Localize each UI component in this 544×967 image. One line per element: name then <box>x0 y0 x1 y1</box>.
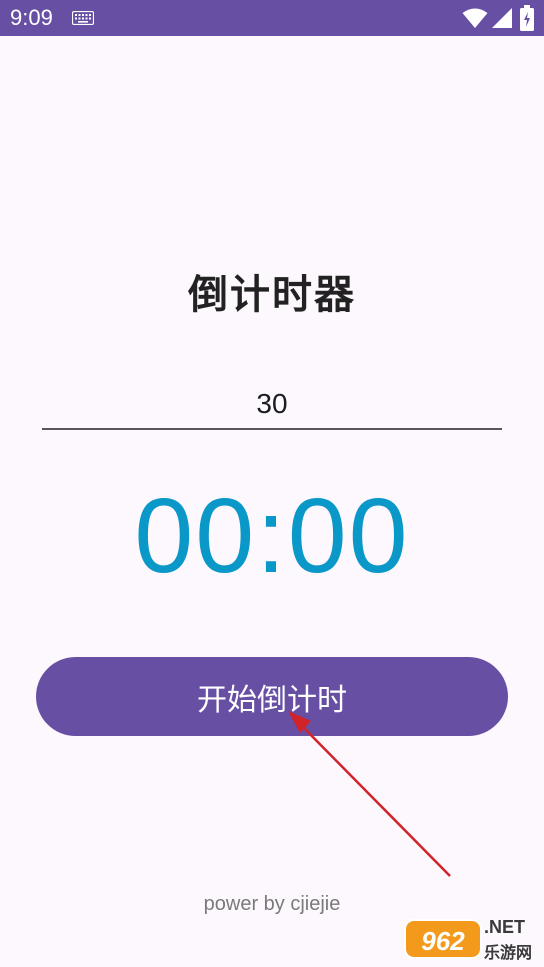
battery-icon <box>520 5 534 31</box>
keyboard-icon <box>72 11 94 25</box>
app-screen: 9:09 倒计时器 00:00 开始倒计时 power by cjiejie <box>0 0 544 967</box>
wifi-icon <box>462 8 488 28</box>
start-countdown-button[interactable]: 开始倒计时 <box>36 657 508 736</box>
status-time: 9:09 <box>10 5 53 30</box>
seconds-input[interactable] <box>42 380 502 430</box>
watermark-badge: 962 <box>404 919 482 959</box>
footer-credit: power by cjiejie <box>203 893 341 915</box>
watermark-cn: 乐游网 <box>484 943 533 962</box>
timer-display: 00:00 <box>134 477 410 595</box>
status-bar: 9:09 <box>0 0 544 36</box>
page-title: 倒计时器 <box>188 272 356 318</box>
watermark-net: .NET <box>484 917 526 937</box>
signal-icon <box>492 8 512 28</box>
watermark-logo: 962 .NET 乐游网 <box>404 917 540 963</box>
